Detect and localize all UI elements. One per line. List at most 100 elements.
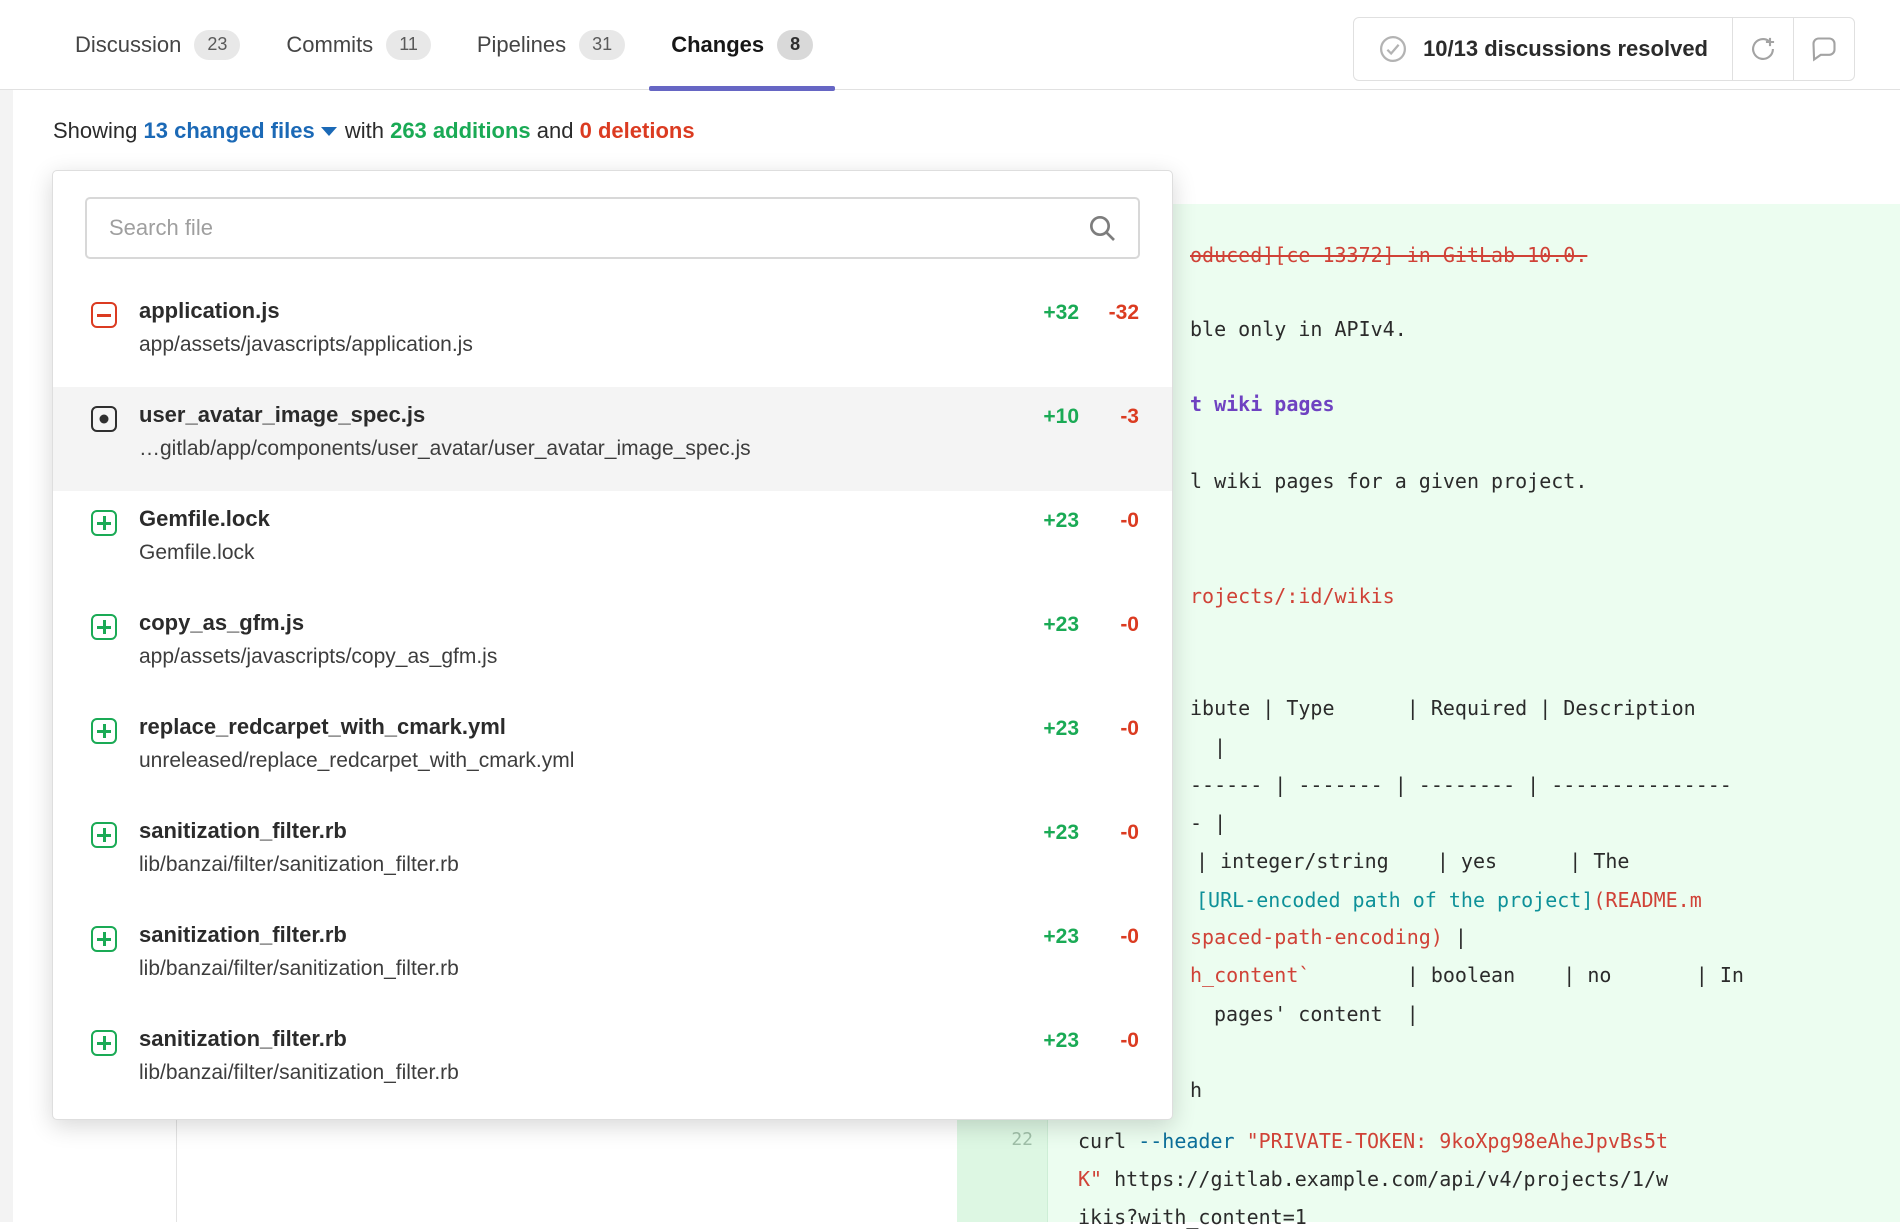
file-path: app/assets/javascripts/application.js <box>139 332 473 357</box>
file-path: lib/banzai/filter/sanitization_filter.rb <box>139 852 459 877</box>
tab-count-badge: 11 <box>386 30 431 60</box>
file-path: unreleased/replace_redcarpet_with_cmark.… <box>139 748 574 773</box>
additions-count: 263 additions <box>390 118 531 143</box>
tab-count-badge: 31 <box>579 30 625 60</box>
file-diff-stats: +23 -0 <box>999 714 1172 741</box>
resolve-in-new-issue-icon <box>1749 35 1777 63</box>
diff-line: oduced][ce-13372] in GitLab 10.0. <box>1190 240 1587 270</box>
diff-line: h <box>1190 1075 1202 1105</box>
file-search <box>85 197 1140 259</box>
file-name: Gemfile.lock <box>139 506 270 532</box>
content-card-left-border <box>176 1120 177 1222</box>
file-deletions: -0 <box>1079 1029 1139 1053</box>
tab-label: Changes <box>671 32 764 58</box>
file-deletions: -0 <box>1079 509 1139 533</box>
resolved-count-text: 10/13 discussions resolved <box>1423 36 1708 62</box>
file-path: app/assets/javascripts/copy_as_gfm.js <box>139 644 497 669</box>
tab-pipelines[interactable]: Pipelines 31 <box>477 0 625 90</box>
discussions-action-group: 10/13 discussions resolved <box>1353 17 1855 81</box>
file-added-icon <box>91 510 117 536</box>
file-deletions: -32 <box>1079 301 1139 325</box>
comment-icon <box>1810 35 1838 63</box>
diff-line: l wiki pages for a given project. <box>1190 466 1587 496</box>
diff-line-number: 22 <box>1011 1129 1033 1150</box>
discussions-resolved-status: 10/13 discussions resolved <box>1353 17 1733 81</box>
file-additions: +23 <box>999 1029 1079 1053</box>
diff-line: t wiki pages <box>1190 389 1335 419</box>
diff-line: [URL-encoded path of the project](README… <box>1196 885 1702 915</box>
file-diff-stats: +23 -0 <box>999 610 1172 637</box>
file-added-icon <box>91 614 117 640</box>
file-diff-stats: +23 -0 <box>999 818 1172 845</box>
file-name: sanitization_filter.rb <box>139 818 459 844</box>
file-path: lib/banzai/filter/sanitization_filter.rb <box>139 956 459 981</box>
file-modified-icon <box>91 406 117 432</box>
diff-line: | integer/string | yes | The <box>1196 846 1629 876</box>
file-path: lib/banzai/filter/sanitization_filter.rb <box>139 1060 459 1085</box>
diff-line: rojects/:id/wikis <box>1190 581 1395 611</box>
merge-request-tab-bar: Discussion 23 Commits 11 Pipelines 31 Ch… <box>0 0 1900 90</box>
file-deletions: -3 <box>1079 405 1139 429</box>
changed-file-row[interactable]: user_avatar_image_spec.js …gitlab/app/co… <box>53 387 1172 491</box>
changed-file-row[interactable]: copy_as_gfm.js app/assets/javascripts/co… <box>53 595 1172 699</box>
tabs: Discussion 23 Commits 11 Pipelines 31 Ch… <box>75 0 813 90</box>
diff-line: - | <box>1190 808 1226 838</box>
diff-line: spaced-path-encoding) | <box>1190 922 1467 952</box>
summary-and: and <box>537 118 574 143</box>
resolve-in-new-issue-button[interactable] <box>1732 17 1794 81</box>
summary-prefix: Showing <box>53 118 137 143</box>
file-name: sanitization_filter.rb <box>139 1026 459 1052</box>
file-deletions: -0 <box>1079 613 1139 637</box>
changes-summary: Showing 13 changed files with 263 additi… <box>53 118 695 144</box>
changed-file-row[interactable]: Gemfile.lock Gemfile.lock +23 -0 <box>53 491 1172 595</box>
file-deletions: -0 <box>1079 925 1139 949</box>
file-diff-stats: +23 -0 <box>999 922 1172 949</box>
file-additions: +23 <box>999 717 1079 741</box>
changed-file-list: application.js app/assets/javascripts/ap… <box>53 283 1172 1115</box>
tab-label: Commits <box>286 32 373 58</box>
file-diff-stats: +32 -32 <box>999 298 1172 325</box>
page-left-edge <box>0 58 13 1222</box>
file-name: sanitization_filter.rb <box>139 922 459 948</box>
changed-file-row[interactable]: replace_redcarpet_with_cmark.yml unrelea… <box>53 699 1172 803</box>
tab-commits[interactable]: Commits 11 <box>286 0 430 90</box>
diff-line: ikis?with_content=1 <box>1078 1202 1307 1232</box>
file-name: application.js <box>139 298 473 324</box>
changed-files-dropdown-toggle[interactable]: 13 changed files <box>144 118 339 143</box>
changed-file-row[interactable]: sanitization_filter.rb lib/banzai/filter… <box>53 803 1172 907</box>
file-additions: +10 <box>999 405 1079 429</box>
tab-changes[interactable]: Changes 8 <box>671 0 813 90</box>
file-path: …gitlab/app/components/user_avatar/user_… <box>139 436 751 461</box>
file-additions: +23 <box>999 925 1079 949</box>
diff-line: curl --header "PRIVATE-TOKEN: 9koXpg98eA… <box>1078 1126 1668 1156</box>
file-added-icon <box>91 718 117 744</box>
file-path: Gemfile.lock <box>139 540 270 565</box>
file-deletions: -0 <box>1079 821 1139 845</box>
chevron-down-icon <box>321 127 337 136</box>
toggle-comments-button[interactable] <box>1793 17 1855 81</box>
tab-count-badge: 8 <box>777 30 813 60</box>
file-name: replace_redcarpet_with_cmark.yml <box>139 714 574 740</box>
tab-discussion[interactable]: Discussion 23 <box>75 0 240 90</box>
file-additions: +23 <box>999 821 1079 845</box>
file-added-icon <box>91 1030 117 1056</box>
diff-line: h_content` | boolean | no | In <box>1190 960 1744 990</box>
diff-line: ibute | Type | Required | Description <box>1190 693 1696 723</box>
file-diff-stats: +10 -3 <box>999 402 1172 429</box>
file-name: user_avatar_image_spec.js <box>139 402 751 428</box>
changed-file-row[interactable]: sanitization_filter.rb lib/banzai/filter… <box>53 907 1172 1011</box>
file-added-icon <box>91 822 117 848</box>
diff-line: ble only in APIv4. <box>1190 314 1407 344</box>
file-additions: +23 <box>999 509 1079 533</box>
changed-file-row[interactable]: sanitization_filter.rb lib/banzai/filter… <box>53 1011 1172 1115</box>
diff-line: ------ | ------- | -------- | ----------… <box>1190 770 1732 800</box>
changed-files-dropdown: application.js app/assets/javascripts/ap… <box>52 170 1173 1120</box>
check-circle-icon <box>1378 34 1408 64</box>
tab-label: Discussion <box>75 32 181 58</box>
search-file-input[interactable] <box>85 197 1140 259</box>
file-additions: +32 <box>999 301 1079 325</box>
file-diff-stats: +23 -0 <box>999 1026 1172 1053</box>
diff-line: | <box>1214 732 1226 762</box>
changed-file-row[interactable]: application.js app/assets/javascripts/ap… <box>53 283 1172 387</box>
tab-count-badge: 23 <box>194 30 240 60</box>
